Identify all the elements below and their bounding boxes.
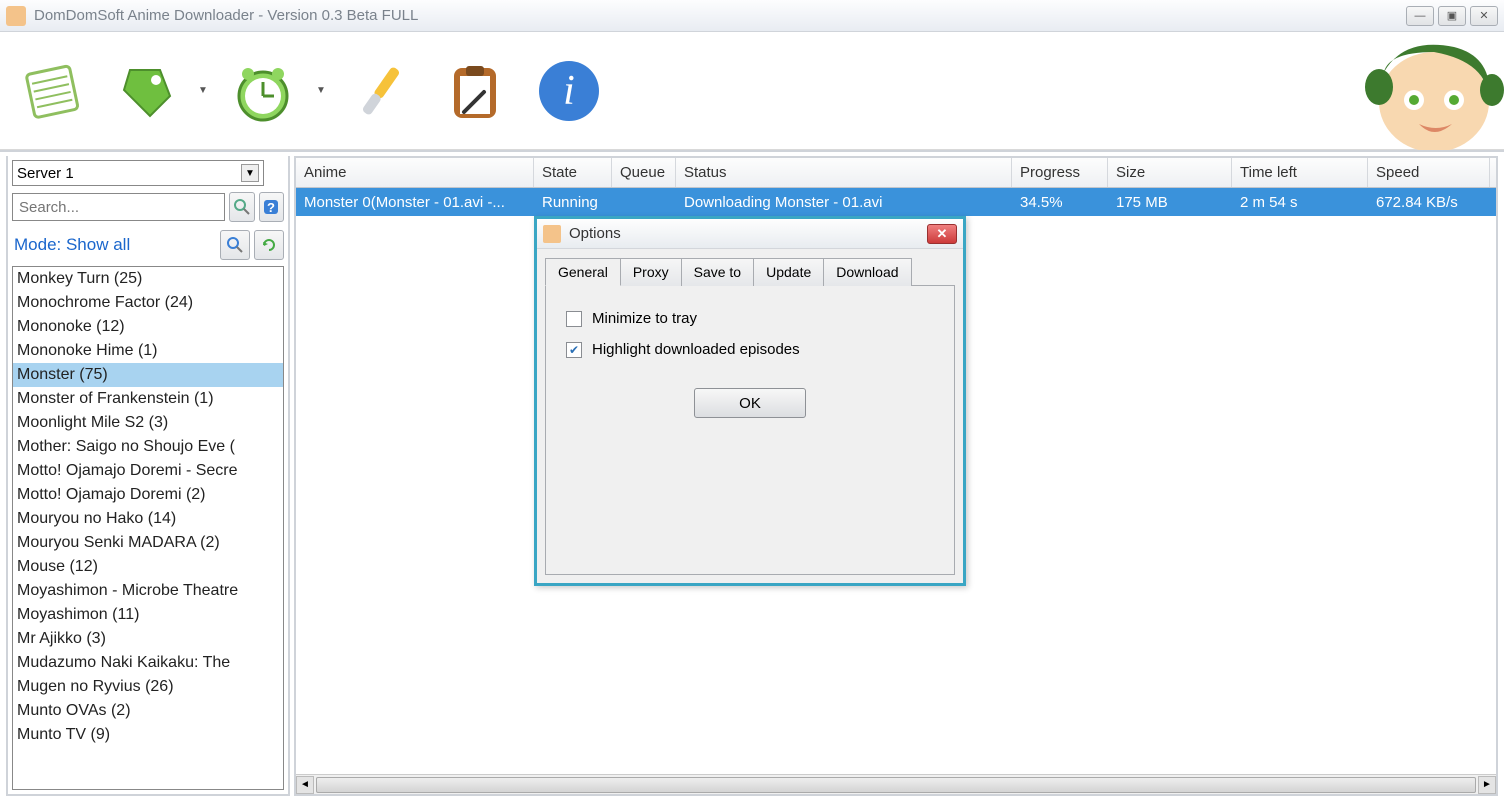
dialog-titlebar: Options ✕ — [537, 219, 963, 249]
svg-text:?: ? — [267, 200, 275, 215]
search-input[interactable] — [12, 193, 225, 221]
toolbar: ▼ ▼ i — [0, 32, 1504, 150]
list-item[interactable]: Munto TV (9) — [13, 723, 283, 747]
list-tool-icon[interactable] — [10, 50, 92, 132]
list-item[interactable]: Monster (75) — [13, 363, 283, 387]
scheduler-tool-icon[interactable] — [222, 50, 304, 132]
list-item[interactable]: Mugen no Ryvius (26) — [13, 675, 283, 699]
server-select[interactable]: Server 1 ▼ — [12, 160, 264, 186]
list-item[interactable]: Mr Ajikko (3) — [13, 627, 283, 651]
highlight-label: Highlight downloaded episodes — [592, 341, 800, 358]
tab-download[interactable]: Download — [823, 258, 911, 286]
tag-tool-icon[interactable] — [104, 50, 186, 132]
mascot-image — [1314, 32, 1504, 150]
cell-status: Downloading Monster - 01.avi — [676, 194, 1012, 211]
list-item[interactable]: Motto! Ojamajo Doremi - Secre — [13, 459, 283, 483]
clipboard-tool-icon[interactable] — [434, 50, 516, 132]
scroll-right-icon[interactable]: ► — [1478, 776, 1496, 794]
info-tool-icon[interactable]: i — [528, 50, 610, 132]
downloads-header: Anime State Queue Status Progress Size T… — [296, 158, 1496, 188]
anime-list[interactable]: Monkey Turn (25)Monochrome Factor (24)Mo… — [12, 266, 284, 790]
list-item[interactable]: Mother: Saigo no Shoujo Eve ( — [13, 435, 283, 459]
server-select-value: Server 1 — [17, 165, 74, 182]
scroll-left-icon[interactable]: ◄ — [296, 776, 314, 794]
cell-state: Running — [534, 194, 612, 211]
options-dialog: Options ✕ GeneralProxySave toUpdateDownl… — [534, 216, 966, 586]
dialog-tabs: GeneralProxySave toUpdateDownload — [537, 249, 963, 285]
tab-general[interactable]: General — [545, 258, 621, 286]
settings-tool-icon[interactable] — [340, 50, 422, 132]
app-icon — [6, 6, 26, 26]
dialog-panel: Minimize to tray ✔ Highlight downloaded … — [545, 285, 955, 575]
search-button[interactable] — [229, 192, 255, 222]
minimize-checkbox[interactable] — [566, 311, 582, 327]
list-item[interactable]: Mouse (12) — [13, 555, 283, 579]
ok-button[interactable]: OK — [694, 388, 806, 418]
col-queue[interactable]: Queue — [612, 158, 676, 187]
cell-size: 175 MB — [1108, 194, 1232, 211]
cell-anime: Monster 0(Monster - 01.avi -... — [296, 194, 534, 211]
list-item[interactable]: Mudazumo Naki Kaikaku: The — [13, 651, 283, 675]
list-item[interactable]: Monochrome Factor (24) — [13, 291, 283, 315]
tag-dropdown-icon[interactable]: ▼ — [198, 85, 210, 96]
horizontal-scrollbar[interactable]: ◄ ► — [296, 774, 1496, 794]
list-item[interactable]: Moyashimon - Microbe Theatre — [13, 579, 283, 603]
list-item[interactable]: Monkey Turn (25) — [13, 267, 283, 291]
mode-search-button[interactable] — [220, 230, 250, 260]
maximize-button[interactable]: ▣ — [1438, 6, 1466, 26]
tab-proxy[interactable]: Proxy — [620, 258, 682, 286]
tab-update[interactable]: Update — [753, 258, 824, 286]
tab-save-to[interactable]: Save to — [681, 258, 754, 286]
cell-progress: 34.5% — [1012, 194, 1108, 211]
highlight-checkbox[interactable]: ✔ — [566, 342, 582, 358]
list-item[interactable]: Mononoke (12) — [13, 315, 283, 339]
sidebar: Server 1 ▼ ? Mode: Show all — [6, 156, 290, 796]
list-item[interactable]: Moonlight Mile S2 (3) — [13, 411, 283, 435]
col-progress[interactable]: Progress — [1012, 158, 1108, 187]
minimize-button[interactable]: — — [1406, 6, 1434, 26]
cell-speed: 672.84 KB/s — [1368, 194, 1490, 211]
col-size[interactable]: Size — [1108, 158, 1232, 187]
list-item[interactable]: Munto OVAs (2) — [13, 699, 283, 723]
list-item[interactable]: Moyashimon (11) — [13, 603, 283, 627]
col-timeleft[interactable]: Time left — [1232, 158, 1368, 187]
col-status[interactable]: Status — [676, 158, 1012, 187]
minimize-label: Minimize to tray — [592, 310, 697, 327]
titlebar: DomDomSoft Anime Downloader - Version 0.… — [0, 0, 1504, 32]
list-item[interactable]: Mouryou Senki MADARA (2) — [13, 531, 283, 555]
col-state[interactable]: State — [534, 158, 612, 187]
dialog-close-button[interactable]: ✕ — [927, 224, 957, 244]
col-speed[interactable]: Speed — [1368, 158, 1490, 187]
list-item[interactable]: Mouryou no Hako (14) — [13, 507, 283, 531]
list-item[interactable]: Mononoke Hime (1) — [13, 339, 283, 363]
refresh-button[interactable] — [254, 230, 284, 260]
cell-timeleft: 2 m 54 s — [1232, 194, 1368, 211]
list-item[interactable]: Motto! Ojamajo Doremi (2) — [13, 483, 283, 507]
list-item[interactable]: Monster of Frankenstein (1) — [13, 387, 283, 411]
window-title: DomDomSoft Anime Downloader - Version 0.… — [34, 7, 1406, 24]
chevron-down-icon: ▼ — [241, 164, 259, 182]
dialog-icon — [543, 225, 561, 243]
mode-link[interactable]: Mode: Show all — [12, 235, 216, 255]
download-row[interactable]: Monster 0(Monster - 01.avi -... Running … — [296, 188, 1496, 216]
col-anime[interactable]: Anime — [296, 158, 534, 187]
scheduler-dropdown-icon[interactable]: ▼ — [316, 85, 328, 96]
search-help-button[interactable]: ? — [259, 192, 285, 222]
close-button[interactable]: ✕ — [1470, 6, 1498, 26]
dialog-title: Options — [569, 225, 927, 242]
svg-text:i: i — [563, 68, 575, 114]
